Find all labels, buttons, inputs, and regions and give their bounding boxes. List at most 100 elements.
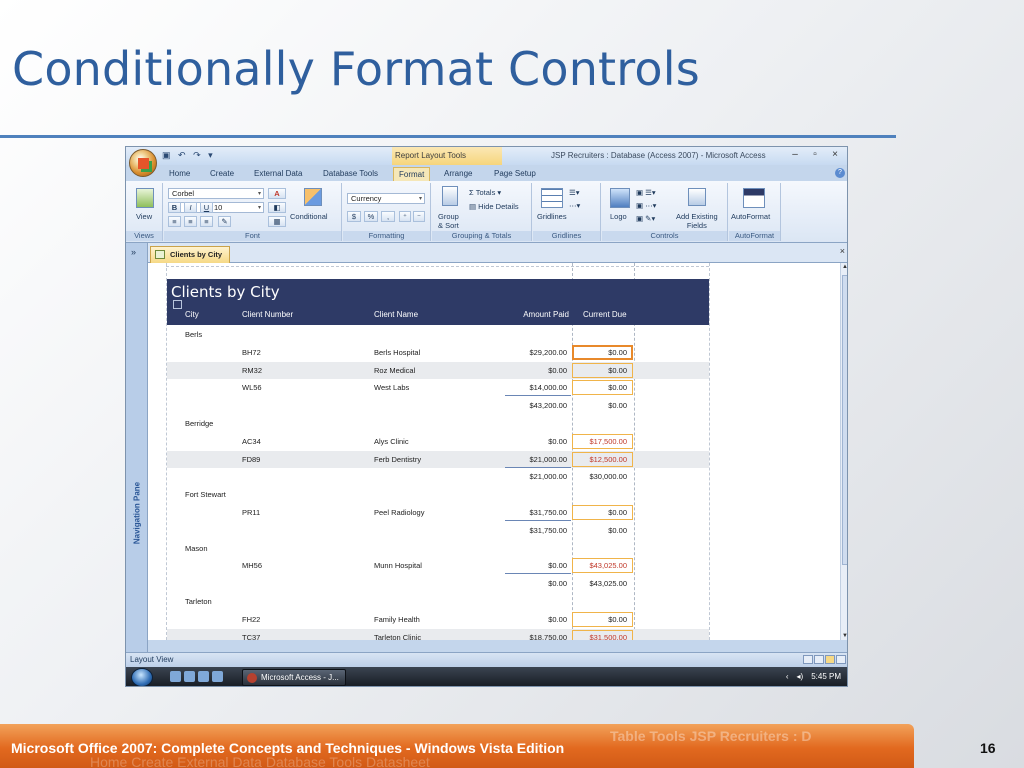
tab-home[interactable]: Home <box>164 167 195 181</box>
underline-button[interactable]: U <box>200 202 213 213</box>
tab-format[interactable]: Format <box>393 167 431 181</box>
close-button[interactable]: × <box>825 149 845 160</box>
bold-button[interactable]: B <box>168 202 181 213</box>
client-number-cell[interactable]: PR11 <box>242 508 260 517</box>
help-icon[interactable]: ? <box>835 168 845 178</box>
column-header-client-number[interactable]: Client Number <box>242 310 293 319</box>
client-name-cell[interactable]: Munn Hospital <box>374 561 422 570</box>
currency-button[interactable]: $ <box>347 211 361 222</box>
client-name-cell[interactable]: Ferb Dentistry <box>374 455 421 464</box>
column-header-client-name[interactable]: Client Name <box>374 310 418 319</box>
percent-button[interactable]: % <box>364 211 378 222</box>
chevron-right-icon[interactable]: » <box>131 247 136 257</box>
conditional-button[interactable]: Conditional <box>290 212 328 221</box>
amount-paid-cell[interactable]: $29,200.00 <box>497 348 567 357</box>
tab-create[interactable]: Create <box>205 167 239 181</box>
title-control-icon[interactable]: ▣ ☰▾ <box>636 188 656 197</box>
client-number-cell[interactable]: WL56 <box>242 383 262 392</box>
column-header-city[interactable]: City <box>185 310 199 319</box>
move-handle-icon[interactable] <box>173 300 182 309</box>
fill-color-icon[interactable]: ◧ <box>268 202 286 213</box>
gridlines-button[interactable]: Gridlines <box>537 212 567 221</box>
amount-paid-total-cell[interactable]: $31,750.00 <box>497 526 567 535</box>
client-number-cell[interactable]: RM32 <box>242 366 262 375</box>
amount-paid-cell[interactable]: $0.00 <box>497 561 567 570</box>
line-style-icon[interactable]: ☰▾ <box>569 188 580 197</box>
tab-page-setup[interactable]: Page Setup <box>489 167 541 181</box>
current-due-cell[interactable]: $0.00 <box>569 366 627 375</box>
amount-paid-total-cell[interactable]: $0.00 <box>497 579 567 588</box>
client-name-cell[interactable]: Peel Radiology <box>374 508 424 517</box>
add-existing-fields-button[interactable]: Add Existing Fields <box>676 212 718 230</box>
report-title[interactable]: Clients by City <box>171 283 280 301</box>
current-due-total-cell[interactable]: $30,000.00 <box>569 472 627 481</box>
client-number-cell[interactable]: FH22 <box>242 615 260 624</box>
amount-paid-total-cell[interactable]: $21,000.00 <box>497 472 567 481</box>
tray-back-icon[interactable]: ‹ <box>786 672 789 681</box>
date-time-icon[interactable]: ▣ ✎▾ <box>636 214 655 223</box>
scroll-thumb[interactable] <box>842 275 847 565</box>
amount-paid-cell[interactable]: $0.00 <box>497 437 567 446</box>
hide-details-button[interactable]: ▤ Hide Details <box>469 202 519 211</box>
group-sort-icon[interactable] <box>442 186 458 206</box>
autoformat-button[interactable]: AutoFormat <box>731 212 770 221</box>
amount-paid-cell[interactable]: $0.00 <box>497 366 567 375</box>
column-header-amount-paid[interactable]: Amount Paid <box>497 310 569 319</box>
italic-button[interactable]: I <box>184 202 197 213</box>
city-cell[interactable]: Mason <box>185 544 208 553</box>
line-width-icon[interactable]: ⋯▾ <box>569 201 580 210</box>
tab-arrange[interactable]: Arrange <box>439 167 477 181</box>
city-cell[interactable]: Fort Stewart <box>185 490 226 499</box>
align-left-icon[interactable]: ≡ <box>168 216 181 227</box>
media-player-icon[interactable] <box>212 671 223 682</box>
gridlines-icon[interactable] <box>541 188 563 208</box>
report-view-icon[interactable] <box>803 655 813 664</box>
view-button[interactable]: View <box>136 212 152 221</box>
client-name-cell[interactable]: Roz Medical <box>374 366 415 375</box>
redo-icon[interactable]: ↷ <box>193 150 201 161</box>
font-size-combo[interactable]: 10 ▾ <box>168 202 264 213</box>
current-due-cell[interactable]: $31,500.00 <box>569 633 627 640</box>
undo-icon[interactable]: ↶ <box>178 150 186 161</box>
current-due-cell[interactable]: $0.00 <box>569 615 627 624</box>
taskbar-button-access[interactable]: Microsoft Access - J... <box>242 669 346 686</box>
client-number-cell[interactable]: TC37 <box>242 633 260 640</box>
font-color-button[interactable]: A <box>268 188 286 199</box>
page-numbers-icon[interactable]: ▣ ⋯▾ <box>636 201 656 210</box>
scroll-down-icon[interactable]: ▼ <box>842 633 847 639</box>
close-document-icon[interactable]: × <box>840 246 845 256</box>
current-due-total-cell[interactable]: $0.00 <box>569 526 627 535</box>
amount-paid-cell[interactable]: $0.00 <box>497 615 567 624</box>
increase-decimals-icon[interactable]: ⁺ <box>399 211 411 222</box>
conditional-icon[interactable] <box>304 188 322 206</box>
current-due-cell[interactable]: $0.00 <box>569 508 627 517</box>
tab-external-data[interactable]: External Data <box>249 167 307 181</box>
restore-button[interactable]: ▫ <box>805 149 825 160</box>
decrease-decimals-icon[interactable]: ⁻ <box>413 211 425 222</box>
column-header-current-due[interactable]: Current Due <box>583 310 627 319</box>
current-due-cell[interactable]: $0.00 <box>569 383 627 392</box>
city-cell[interactable]: Berls <box>185 330 202 339</box>
gridlines-color-icon[interactable]: ▦ <box>268 216 286 227</box>
client-number-cell[interactable]: FD89 <box>242 455 260 464</box>
vertical-scrollbar[interactable]: ▲ ▼ <box>840 263 847 640</box>
amount-paid-cell[interactable]: $21,000.00 <box>497 455 567 464</box>
volume-icon[interactable]: ◂) <box>797 672 804 681</box>
amount-paid-cell[interactable]: $31,750.00 <box>497 508 567 517</box>
document-tab-clients-by-city[interactable]: Clients by City <box>150 246 230 263</box>
format-painter-icon[interactable]: ✎ <box>218 216 231 227</box>
amount-paid-total-cell[interactable]: $43,200.00 <box>497 401 567 410</box>
start-button[interactable] <box>131 668 153 686</box>
current-due-cell[interactable]: $0.00 <box>569 348 627 357</box>
autoformat-icon[interactable] <box>743 188 765 208</box>
layout-view-icon[interactable] <box>825 655 835 664</box>
save-icon[interactable]: ▣ <box>162 150 171 161</box>
city-cell[interactable]: Tarleton <box>185 597 212 606</box>
show-desktop-icon[interactable] <box>170 671 181 682</box>
customize-icon[interactable]: ▾ <box>208 150 213 161</box>
font-family-combo[interactable]: Corbel ▾ <box>168 188 264 199</box>
office-button[interactable] <box>129 149 157 177</box>
client-name-cell[interactable]: Family Health <box>374 615 420 624</box>
client-number-cell[interactable]: AC34 <box>242 437 261 446</box>
current-due-cell[interactable]: $17,500.00 <box>569 437 627 446</box>
